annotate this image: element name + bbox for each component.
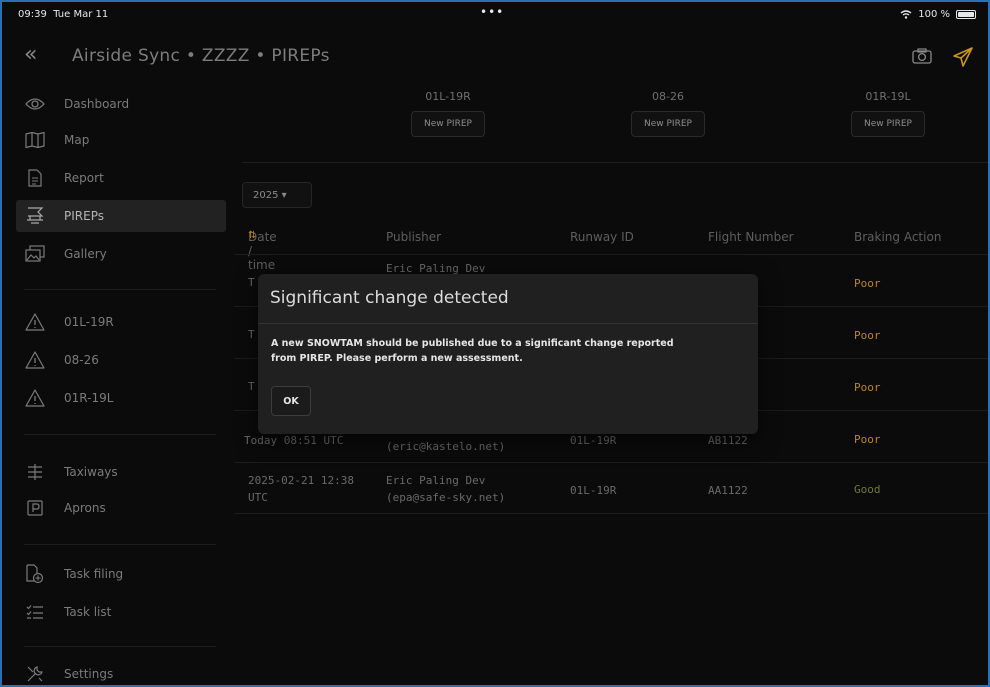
sidebar-item-label: 01R-19L bbox=[64, 391, 114, 405]
sidebar-divider bbox=[24, 646, 216, 647]
sidebar-item-label: Gallery bbox=[64, 247, 107, 261]
sidebar-item-label: Aprons bbox=[64, 501, 106, 515]
wifi-icon bbox=[900, 10, 912, 19]
cell-date: T bbox=[248, 328, 255, 341]
sidebar-item-label: Report bbox=[64, 171, 104, 185]
camera-icon[interactable] bbox=[912, 48, 932, 68]
sidebar-item-08-26[interactable]: 08-26 bbox=[24, 344, 226, 376]
year-select[interactable]: 2025 ▾ bbox=[242, 182, 312, 208]
cell-date: Today 08:51 UTC bbox=[244, 434, 344, 447]
cell-flight: AB1122 bbox=[708, 434, 748, 447]
cell-publisher-email: (epa@safe-sky.net) bbox=[386, 491, 506, 504]
sort-icon[interactable]: ⇅ bbox=[248, 230, 256, 241]
dialog-message-line: from PIREP. Please perform a new assessm… bbox=[271, 353, 523, 364]
cell-braking: Poor bbox=[854, 433, 881, 446]
column-header-braking[interactable]: Braking Action bbox=[854, 230, 941, 244]
sidebar-item-aprons[interactable]: Aprons bbox=[24, 492, 226, 524]
significant-change-dialog: Significant change detected A new SNOWTA… bbox=[258, 274, 758, 434]
new-pirep-button[interactable]: New PIREP bbox=[411, 111, 485, 137]
sidebar-item-taxiways[interactable]: Taxiways bbox=[24, 456, 226, 488]
warning-icon bbox=[24, 350, 46, 370]
battery-percent: 100 % bbox=[918, 9, 950, 20]
pirep-icon bbox=[24, 206, 46, 226]
dialog-message-line: A new SNOWTAM should be published due to… bbox=[271, 338, 674, 349]
sidebar-item-settings[interactable]: Settings bbox=[24, 658, 226, 685]
ok-button[interactable]: OK bbox=[271, 386, 311, 416]
sidebar-item-label: Taxiways bbox=[64, 465, 118, 479]
sidebar-item-label: 01L-19R bbox=[64, 315, 114, 329]
cell-date: T bbox=[248, 380, 255, 393]
new-pirep-button[interactable]: New PIREP bbox=[631, 111, 705, 137]
new-pirep-button[interactable]: New PIREP bbox=[851, 111, 925, 137]
sidebar-item-dashboard[interactable]: Dashboard bbox=[24, 88, 226, 120]
column-header-publisher[interactable]: Publisher bbox=[386, 230, 441, 244]
sidebar-item-label: Task list bbox=[64, 605, 112, 619]
page-title: Airside Sync • ZZZZ • PIREPs bbox=[72, 46, 330, 66]
runway-name: 08-26 bbox=[652, 90, 684, 103]
sidebar-item-01r-19l[interactable]: 01R-19L bbox=[24, 382, 226, 414]
cell-date: T bbox=[248, 276, 255, 289]
sidebar: Dashboard Map Report PIREPs Gallery 01L-… bbox=[2, 84, 232, 685]
cell-braking: Good bbox=[854, 483, 881, 496]
cell-publisher-email: (eric@kastelo.net) bbox=[386, 440, 506, 453]
sidebar-item-label: PIREPs bbox=[64, 209, 104, 223]
runway-column: 08-26 New PIREP bbox=[578, 90, 758, 137]
dialog-title: Significant change detected bbox=[258, 274, 758, 324]
runway-column: 01L-19R New PIREP bbox=[358, 90, 538, 137]
task-list-icon bbox=[24, 602, 46, 622]
sidebar-item-map[interactable]: Map bbox=[24, 124, 226, 156]
section-divider bbox=[242, 162, 988, 163]
sidebar-item-label: Task filing bbox=[64, 567, 124, 581]
cell-runway: 01L-19R bbox=[570, 484, 617, 497]
sidebar-item-01l-19r[interactable]: 01L-19R bbox=[24, 306, 226, 338]
sidebar-divider bbox=[24, 434, 216, 435]
column-header-flight[interactable]: Flight Number bbox=[708, 230, 794, 244]
sidebar-item-task-list[interactable]: Task list bbox=[24, 596, 226, 628]
cell-braking: Poor bbox=[854, 277, 881, 290]
gallery-icon bbox=[24, 244, 46, 264]
sidebar-item-label: 08-26 bbox=[64, 353, 99, 367]
warning-icon bbox=[24, 388, 46, 408]
sidebar-item-pireps[interactable]: PIREPs bbox=[16, 200, 226, 232]
sidebar-item-task-filing[interactable]: Task filing bbox=[24, 558, 226, 590]
sidebar-item-label: Map bbox=[64, 133, 90, 147]
column-header-runway[interactable]: Runway ID bbox=[570, 230, 634, 244]
cell-runway: 01L-19R bbox=[570, 434, 617, 447]
status-bar: 09:39 Tue Mar 11 ••• 100 % bbox=[2, 2, 988, 30]
map-icon bbox=[24, 130, 46, 150]
sidebar-item-report[interactable]: Report bbox=[24, 162, 226, 194]
cell-braking: Poor bbox=[854, 329, 881, 342]
runway-name: 01R-19L bbox=[865, 90, 911, 103]
cell-braking: Poor bbox=[854, 381, 881, 394]
warning-icon bbox=[24, 312, 46, 332]
cell-date: 2025-02-21 12:38 bbox=[248, 474, 354, 487]
nav-bar: « Airside Sync • ZZZZ • PIREPs bbox=[2, 36, 988, 76]
status-time: 09:39 Tue Mar 11 bbox=[18, 9, 109, 20]
sidebar-divider bbox=[24, 544, 216, 545]
dialog-message: A new SNOWTAM should be published due to… bbox=[258, 324, 758, 366]
runway-column: 01R-19L New PIREP bbox=[798, 90, 978, 137]
table-row[interactable]: 2025-02-21 12:38 UTC Eric Paling Dev (ep… bbox=[234, 462, 988, 514]
taxiway-icon bbox=[24, 462, 46, 482]
runway-name: 01L-19R bbox=[425, 90, 471, 103]
cell-date-tz: UTC bbox=[248, 491, 268, 504]
back-chevron-icon[interactable]: « bbox=[24, 42, 37, 67]
multitask-dots[interactable]: ••• bbox=[480, 5, 504, 19]
send-icon[interactable] bbox=[952, 46, 974, 72]
settings-icon bbox=[24, 664, 46, 684]
cell-flight: AA1122 bbox=[708, 484, 748, 497]
report-icon bbox=[24, 168, 46, 188]
table-header: Date / time ⇅ Publisher Runway ID Flight… bbox=[248, 230, 942, 272]
sidebar-divider bbox=[24, 289, 216, 290]
sidebar-item-gallery[interactable]: Gallery bbox=[24, 238, 226, 270]
cell-publisher: Eric Paling Dev bbox=[386, 474, 486, 487]
apron-icon bbox=[24, 498, 46, 518]
task-filing-icon bbox=[24, 564, 46, 584]
status-right: 100 % bbox=[900, 9, 976, 20]
sidebar-item-label: Settings bbox=[64, 667, 114, 681]
sidebar-item-label: Dashboard bbox=[64, 97, 130, 111]
battery-icon bbox=[956, 10, 976, 19]
app-frame: 09:39 Tue Mar 11 ••• 100 % « Airside Syn… bbox=[0, 0, 990, 687]
eye-icon bbox=[24, 94, 46, 114]
